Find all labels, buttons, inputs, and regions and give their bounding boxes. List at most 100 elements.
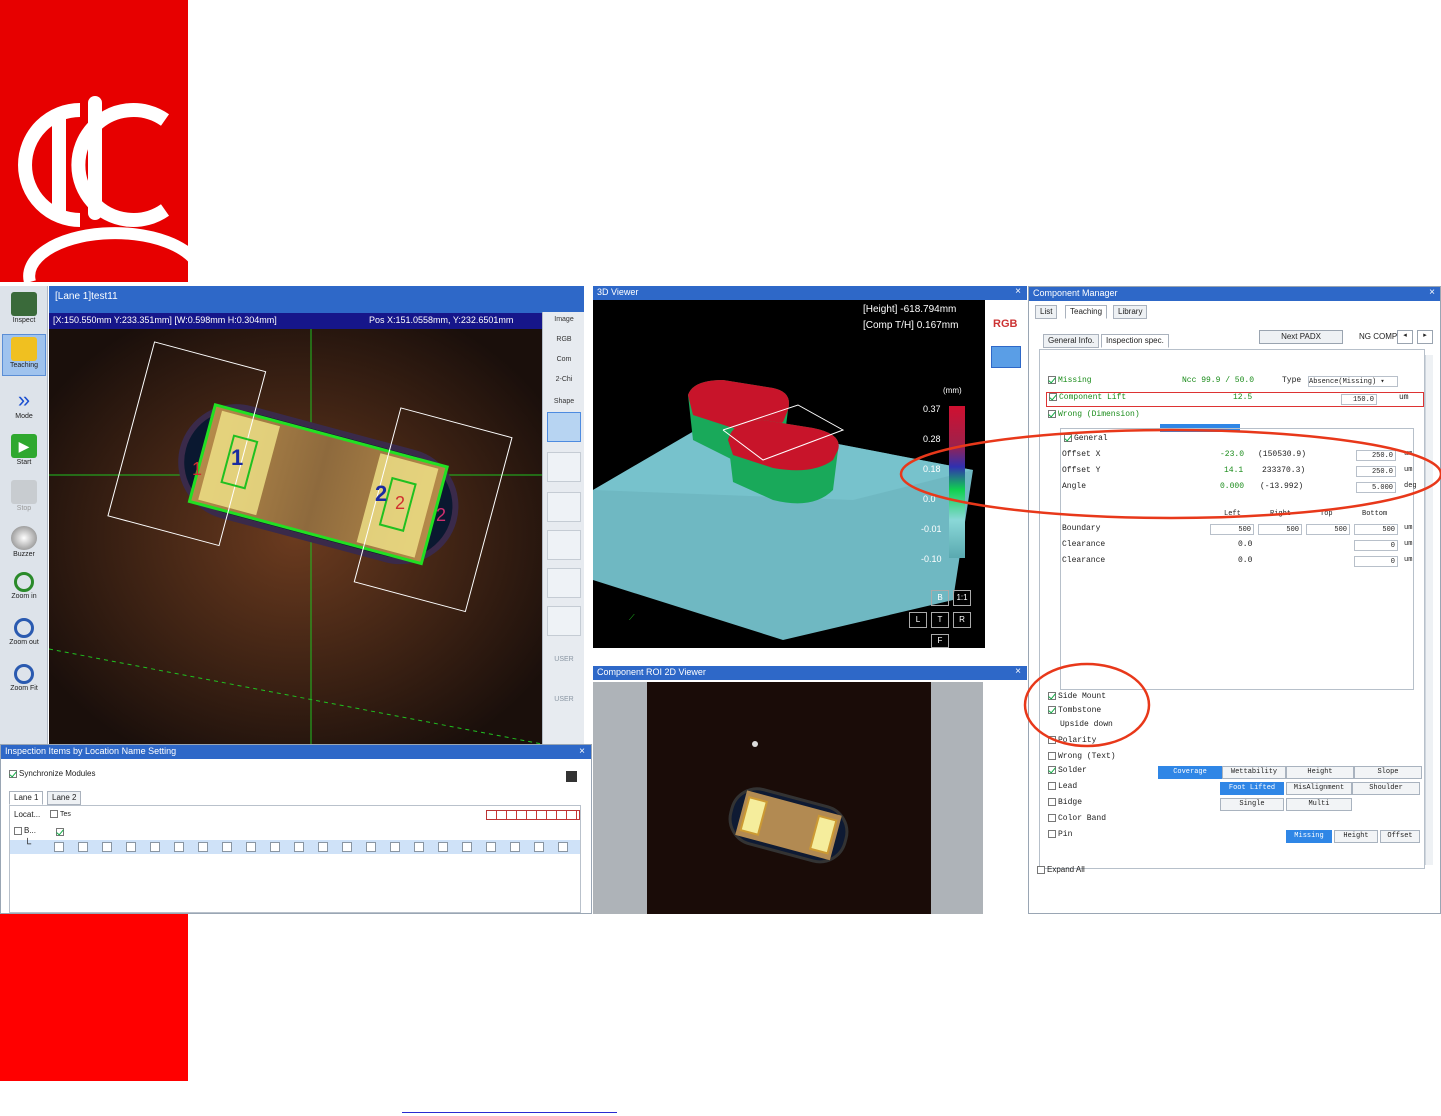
tab-library[interactable]: Library	[1113, 305, 1148, 319]
polarity-row[interactable]: Polarity	[1040, 736, 1424, 751]
coverage-button[interactable]: Coverage	[1158, 766, 1222, 779]
shape-tool-button[interactable]	[547, 530, 581, 560]
lift-threshold-input[interactable]: 150.0	[1341, 394, 1377, 405]
misalignment-button[interactable]: MisAlignment	[1286, 782, 1352, 795]
rect-shape-button[interactable]	[547, 412, 581, 442]
item-checkbox[interactable]	[78, 842, 88, 852]
lead-row[interactable]: Lead Foot Lifted MisAlignment Shoulder	[1040, 782, 1424, 797]
checkbox[interactable]	[9, 769, 17, 778]
image-view-icon[interactable]	[991, 346, 1021, 368]
item-checkbox[interactable]	[558, 842, 568, 852]
clearance-input[interactable]: 0	[1354, 556, 1398, 567]
tab-lane-1[interactable]: Lane 1	[9, 791, 44, 805]
item-checkbox[interactable]	[510, 842, 520, 852]
missing-row[interactable]: Missing Ncc 99.9 / 50.0 Type Absence(Mis…	[1040, 376, 1424, 391]
next-button[interactable]: ▸	[1417, 330, 1433, 344]
teaching-button[interactable]: Teaching	[2, 334, 46, 376]
buzzer-button[interactable]: Buzzer	[2, 524, 46, 566]
boundary-left-input[interactable]: 500	[1210, 524, 1254, 535]
zoom-out-button[interactable]: Zoom out	[2, 616, 46, 658]
boundary-right-input[interactable]: 500	[1258, 524, 1302, 535]
view-right-button[interactable]: R	[953, 612, 971, 628]
chip-mode-label[interactable]: 2-Chi	[547, 376, 581, 383]
angle-input[interactable]: 5.000	[1356, 482, 1396, 493]
item-checkbox[interactable]	[486, 842, 496, 852]
wettability-button[interactable]: Wettability	[1222, 766, 1286, 779]
item-checkbox[interactable]	[54, 842, 64, 852]
main-image-viewer[interactable]: [Lane 1]test11 [X:150.550mm Y:233.351mm]…	[49, 286, 584, 744]
bridge-row[interactable]: Bidge Single Multi	[1040, 798, 1424, 813]
view-front-button[interactable]: F	[931, 634, 949, 648]
start-button[interactable]: ▶ Start	[2, 432, 46, 474]
solder-row[interactable]: Solder Coverage Wettability Height Slope	[1040, 766, 1424, 781]
item-checkbox[interactable]	[246, 842, 256, 852]
scrollbar[interactable]	[1425, 355, 1433, 865]
tree-row[interactable]: B...	[14, 826, 36, 835]
next-padx-button[interactable]: Next PADX	[1259, 330, 1343, 344]
pin-height-button[interactable]: Height	[1334, 830, 1378, 843]
item-checkbox[interactable]	[366, 842, 376, 852]
single-button[interactable]: Single	[1220, 798, 1284, 811]
close-icon[interactable]: ×	[1429, 287, 1435, 298]
tab-teaching[interactable]: Teaching	[1065, 305, 1108, 319]
3d-render[interactable]: ⟋ [Height] -618.794mm [Comp T/H] 0.167mm…	[593, 300, 985, 648]
tab-lane-2[interactable]: Lane 2	[47, 791, 82, 805]
close-icon[interactable]: ×	[1015, 286, 1021, 297]
stop-button[interactable]: Stop	[2, 478, 46, 520]
tombstone-row[interactable]: Tombstone	[1040, 706, 1424, 721]
wrong-dimension-row[interactable]: Wrong (Dimension)	[1040, 410, 1424, 425]
shoulder-button[interactable]: Shoulder	[1352, 782, 1420, 795]
item-checkbox[interactable]	[294, 842, 304, 852]
zoom-fit-button[interactable]: Zoom Fit	[2, 662, 46, 704]
save-icon[interactable]	[566, 771, 577, 782]
boundary-top-input[interactable]: 500	[1306, 524, 1350, 535]
previous-button[interactable]: ◂	[1397, 330, 1413, 344]
rgb-toggle[interactable]: RGB	[993, 318, 1017, 330]
item-checkbox-row[interactable]	[54, 842, 582, 854]
side-mount-row[interactable]: Side Mount	[1040, 692, 1424, 707]
color-band-row[interactable]: Color Band	[1040, 814, 1424, 829]
user-button[interactable]: USER	[547, 696, 581, 703]
height-button[interactable]: Height	[1286, 766, 1354, 779]
clearance-input[interactable]: 0	[1354, 540, 1398, 551]
offset-y-input[interactable]: 250.0	[1356, 466, 1396, 477]
boundary-bottom-input[interactable]: 500	[1354, 524, 1398, 535]
zoom-in-button[interactable]: Zoom in	[2, 570, 46, 612]
pin-row[interactable]: Pin Missing Height Offset	[1040, 830, 1424, 845]
item-checkbox[interactable]	[534, 842, 544, 852]
item-checkbox[interactable]	[342, 842, 352, 852]
upside-down-row[interactable]: Upside down	[1040, 720, 1424, 735]
inspect-button[interactable]: Inspect	[2, 290, 46, 332]
column-toggle-icons[interactable]	[486, 810, 580, 820]
missing-pin-button[interactable]: Missing	[1286, 830, 1332, 843]
mode-button[interactable]: » Mode	[2, 386, 46, 428]
close-icon[interactable]: ×	[1015, 666, 1021, 677]
wrong-text-row[interactable]: Wrong (Text)	[1040, 752, 1424, 767]
shape-tool-button[interactable]	[547, 492, 581, 522]
pin-offset-button[interactable]: Offset	[1380, 830, 1420, 843]
item-checkbox[interactable]	[390, 842, 400, 852]
image-mode-label[interactable]: Image	[547, 316, 581, 323]
item-checkbox[interactable]	[270, 842, 280, 852]
tab-general-info[interactable]: General Info.	[1043, 334, 1100, 348]
test-checkbox[interactable]: Tes	[50, 810, 71, 818]
com-mode-label[interactable]: Com	[547, 356, 581, 363]
multi-button[interactable]: Multi	[1286, 798, 1352, 811]
rgb-mode-label[interactable]: RGB	[547, 336, 581, 343]
item-checkbox[interactable]	[174, 842, 184, 852]
item-checkbox[interactable]	[150, 842, 160, 852]
view-bottom-button[interactable]: B	[931, 590, 949, 606]
slope-button[interactable]: Slope	[1354, 766, 1422, 779]
offset-x-input[interactable]: 250.0	[1356, 450, 1396, 461]
item-checkbox[interactable]	[222, 842, 232, 852]
view-reset-button[interactable]: 1:1	[953, 590, 971, 606]
row-checkbox[interactable]	[56, 826, 66, 836]
item-checkbox[interactable]	[102, 842, 112, 852]
item-checkbox[interactable]	[462, 842, 472, 852]
close-icon[interactable]: ×	[579, 746, 585, 757]
link-underline[interactable]	[402, 1112, 617, 1113]
expand-all-checkbox[interactable]: Expand All	[1037, 865, 1085, 874]
item-checkbox[interactable]	[318, 842, 328, 852]
item-checkbox[interactable]	[126, 842, 136, 852]
roi-image[interactable]	[647, 682, 931, 914]
